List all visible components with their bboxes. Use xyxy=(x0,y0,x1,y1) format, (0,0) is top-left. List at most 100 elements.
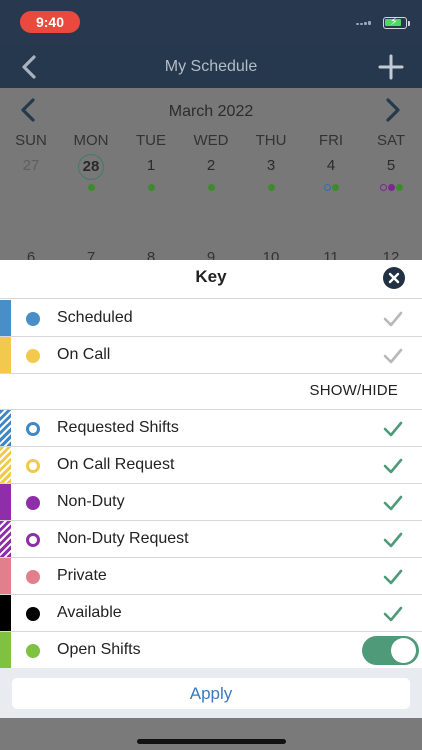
key-row-private[interactable]: Private xyxy=(0,558,422,595)
calendar: March 2022 SUN 27 MON 28 TUE 1 WED 2 THU 3 FRI 4 SAT… xyxy=(0,88,422,260)
checkmark-icon[interactable] xyxy=(382,420,404,438)
key-header: Key xyxy=(0,260,422,299)
checkmark-icon[interactable] xyxy=(382,605,404,623)
event-dot xyxy=(267,184,275,191)
weekday-label: TUE xyxy=(136,132,166,149)
show-hide-header: SHOW/HIDE xyxy=(0,373,422,410)
status-bar: 9:40 ⚡ xyxy=(0,0,422,46)
calendar-day-sat[interactable]: SAT 5 xyxy=(361,132,421,192)
checkmark-icon[interactable] xyxy=(382,457,404,475)
date-number[interactable]: 8 xyxy=(121,250,181,260)
event-dot xyxy=(331,184,339,191)
color-bullet xyxy=(26,459,40,473)
battery-cap xyxy=(408,21,410,26)
date-number: 2 xyxy=(206,157,216,174)
checkmark-icon[interactable] xyxy=(382,494,404,512)
key-row-available[interactable]: Available xyxy=(0,595,422,632)
color-bar xyxy=(0,410,11,446)
date-number[interactable]: 9 xyxy=(181,250,241,260)
plus-icon[interactable] xyxy=(376,52,406,82)
calendar-day-sun[interactable]: SUN 27 xyxy=(1,132,61,192)
key-row-label: Requested Shifts xyxy=(57,419,179,436)
checkmark-icon[interactable] xyxy=(382,568,404,586)
key-row-label: Non-Duty xyxy=(57,493,125,510)
event-dots xyxy=(301,184,361,192)
key-row-open-shifts[interactable]: Open Shifts xyxy=(0,632,422,669)
color-bar xyxy=(0,595,11,631)
key-row-label: Open Shifts xyxy=(57,641,141,658)
event-dots xyxy=(61,184,121,192)
color-bullet xyxy=(26,422,40,436)
weekday-label: FRI xyxy=(318,132,344,149)
date-number: 3 xyxy=(266,157,276,174)
calendar-day-tue[interactable]: TUE 1 xyxy=(121,132,181,192)
date-number[interactable]: 7 xyxy=(61,250,121,260)
date-number[interactable]: 10 xyxy=(241,250,301,260)
weekday-label: WED xyxy=(193,132,229,149)
next-month-chevron-icon[interactable] xyxy=(383,97,403,123)
event-dot xyxy=(147,184,155,191)
event-dot xyxy=(395,184,403,191)
calendar-day-wed[interactable]: WED 2 xyxy=(181,132,241,192)
weekday-label: SAT xyxy=(376,132,406,149)
date-number: 1 xyxy=(146,157,156,174)
open-shifts-toggle[interactable] xyxy=(362,636,419,665)
weekday-label: SUN xyxy=(15,132,47,149)
key-row-label: Private xyxy=(57,567,107,584)
battery-icon: ⚡ xyxy=(383,16,407,29)
color-bullet xyxy=(26,349,40,363)
event-dots xyxy=(181,184,241,192)
event-dot xyxy=(207,184,215,191)
calendar-day-mon[interactable]: MON 28 xyxy=(61,132,121,192)
calendar-day-fri[interactable]: FRI 4 xyxy=(301,132,361,192)
key-row-label: On Call xyxy=(57,346,111,363)
home-area xyxy=(0,718,422,750)
checkmark-icon[interactable] xyxy=(382,347,404,365)
show-hide-label: SHOW/HIDE xyxy=(309,382,398,399)
checkmark-icon[interactable] xyxy=(382,310,404,328)
color-bar xyxy=(0,337,11,373)
home-indicator xyxy=(137,739,286,744)
event-dot xyxy=(387,184,395,191)
key-footer: Apply xyxy=(0,668,422,718)
close-icon xyxy=(388,272,400,284)
color-bullet xyxy=(26,570,40,584)
color-bar xyxy=(0,300,11,336)
key-row-scheduled[interactable]: Scheduled xyxy=(0,300,422,337)
toggle-knob xyxy=(391,638,416,663)
key-row-non-duty-request[interactable]: Non-Duty Request xyxy=(0,521,422,558)
event-dots xyxy=(121,184,181,192)
date-number: 4 xyxy=(326,157,336,174)
date-number: 5 xyxy=(386,157,396,174)
event-dot xyxy=(323,184,331,191)
key-row-requested-shifts[interactable]: Requested Shifts xyxy=(0,410,422,447)
color-bar xyxy=(0,632,11,668)
key-row-label: On Call Request xyxy=(57,456,175,473)
date-number[interactable]: 12 xyxy=(361,250,421,260)
color-bullet xyxy=(26,496,40,510)
checkmark-icon[interactable] xyxy=(382,531,404,549)
calendar-day-thu[interactable]: THU 3 xyxy=(241,132,301,192)
date-number: 27 xyxy=(22,157,40,174)
signal-icon xyxy=(356,21,372,25)
key-row-label: Scheduled xyxy=(57,309,133,326)
key-sheet: Key Scheduled On Call SHOW/HIDE Requested… xyxy=(0,260,422,718)
color-bullet xyxy=(26,644,40,658)
event-dot xyxy=(87,184,95,191)
event-dots xyxy=(361,184,421,192)
key-row-non-duty[interactable]: Non-Duty xyxy=(0,484,422,521)
weekday-label: THU xyxy=(255,132,287,149)
date-number[interactable]: 6 xyxy=(1,250,61,260)
apply-button[interactable]: Apply xyxy=(12,678,410,709)
date-number[interactable]: 11 xyxy=(301,250,361,260)
key-row-label: Available xyxy=(57,604,122,621)
key-title: Key xyxy=(195,267,227,286)
key-row-on-call[interactable]: On Call xyxy=(0,337,422,374)
close-button[interactable] xyxy=(383,267,405,289)
event-dots xyxy=(241,184,301,192)
color-bar xyxy=(0,447,11,483)
key-row-on-call-request[interactable]: On Call Request xyxy=(0,447,422,484)
color-bar xyxy=(0,484,11,520)
color-bar xyxy=(0,521,11,557)
event-dot xyxy=(379,184,387,191)
